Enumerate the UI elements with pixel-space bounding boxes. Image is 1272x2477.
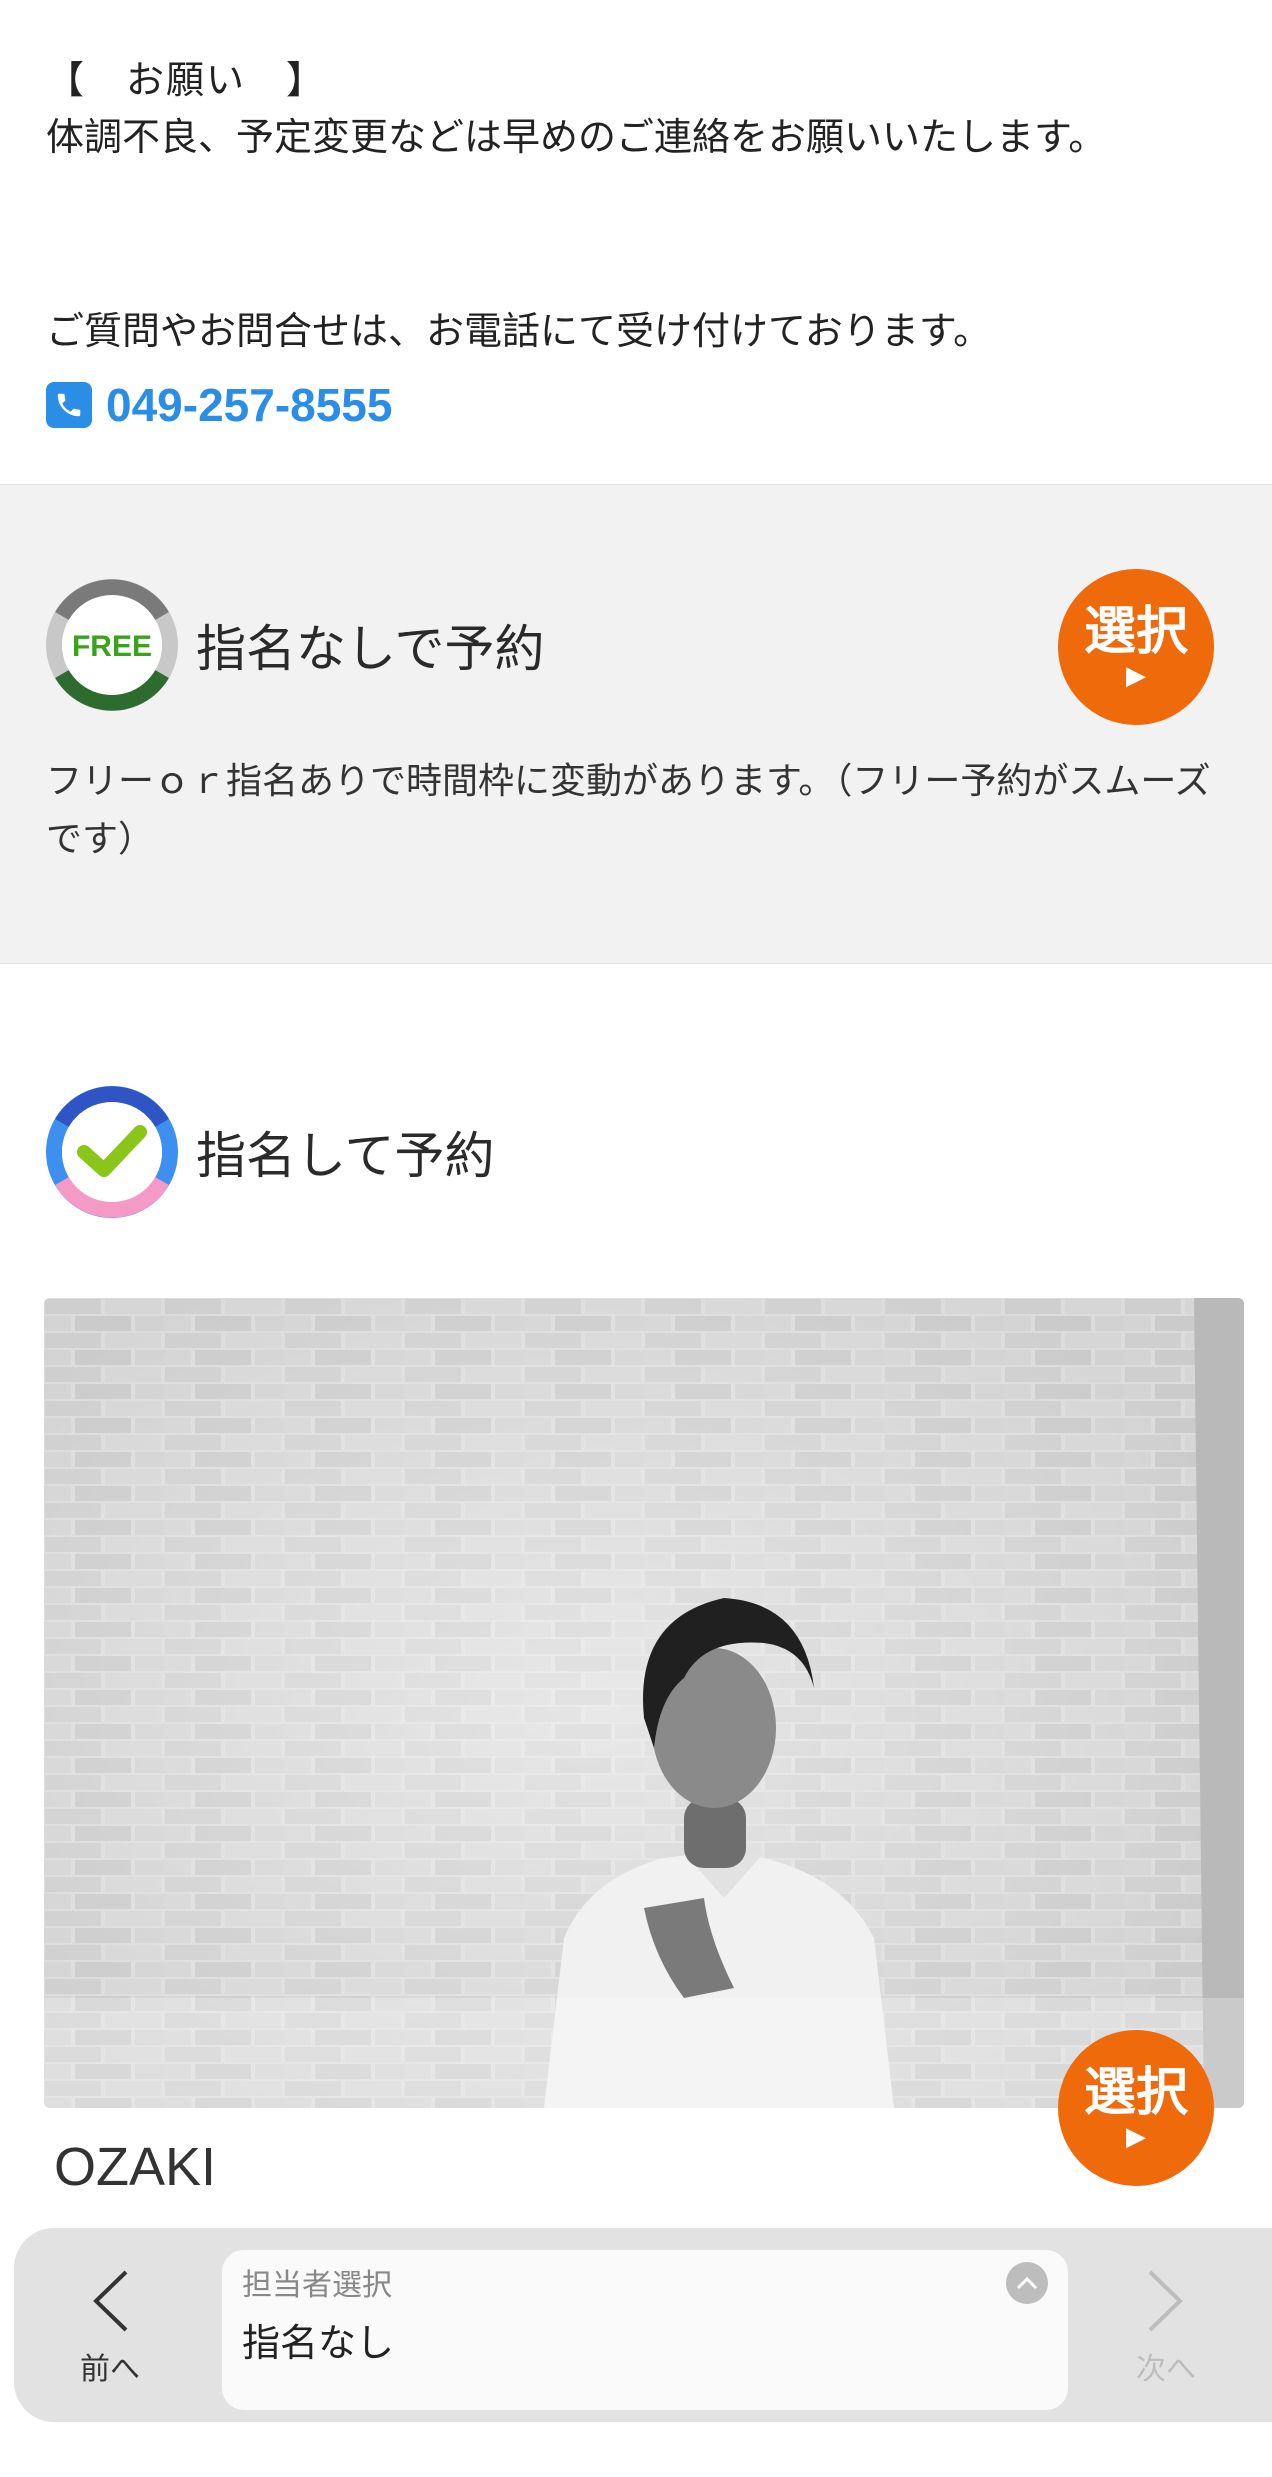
notice-title: 【 お願い 】 — [46, 58, 327, 102]
designated-reservation-title: 指名して予約 — [196, 1127, 495, 1185]
free-reservation-description: フリーｏｒ指名ありで時間枠に変動があります。（フリー予約がスムーズです） — [46, 761, 1211, 860]
free-badge-icon: FREE — [46, 579, 178, 711]
next-label: 次へ — [1136, 2352, 1196, 2387]
check-badge-icon — [46, 1086, 178, 1218]
staff-name: OZAKI — [54, 2137, 217, 2197]
phone-link[interactable]: 049-257-8555 — [46, 378, 392, 432]
staff-select-dropdown[interactable]: 担当者選択 指名なし — [222, 2250, 1068, 2410]
prev-button[interactable]: 前へ — [80, 2268, 140, 2388]
free-reservation-header: FREE 指名なしで予約 — [46, 579, 545, 711]
chevron-right-icon — [1148, 2270, 1183, 2332]
designated-reservation-header: 指名して予約 — [46, 1086, 495, 1218]
phone-icon — [46, 382, 92, 428]
play-arrow-icon: ▶ — [1126, 2122, 1146, 2153]
chevron-left-icon — [93, 2270, 128, 2332]
free-reservation-title: 指名なしで予約 — [196, 620, 545, 678]
prev-label: 前へ — [80, 2352, 140, 2387]
staff-select-button[interactable]: 選択 ▶ — [1058, 2030, 1214, 2186]
phone-number[interactable]: 049-257-8555 — [106, 378, 392, 432]
free-select-button[interactable]: 選択 ▶ — [1058, 569, 1214, 725]
contact-question-text: ご質問やお問合せは、お電話にて受け付けております。 — [46, 309, 992, 353]
chevron-up-icon[interactable] — [1006, 2262, 1048, 2304]
staff-select-caption: 担当者選択 — [242, 2268, 392, 2303]
staff-photo[interactable] — [44, 1298, 1244, 2108]
free-badge-text: FREE — [72, 630, 152, 663]
notice-block: 【 お願い 】 体調不良、予定変更などは早めのご連絡をお願いいたします。 — [46, 52, 1106, 166]
play-arrow-icon: ▶ — [1126, 661, 1146, 692]
staff-select-value: 指名なし — [242, 2321, 395, 2365]
free-reservation-section: FREE 指名なしで予約 選択 ▶ フリーｏｒ指名ありで時間枠に変動があります。… — [0, 484, 1272, 964]
next-button[interactable]: 次へ — [1136, 2268, 1196, 2388]
staff-select-label: 選択 — [1083, 2062, 1188, 2123]
notice-body: 体調不良、予定変更などは早めのご連絡をお願いいたします。 — [46, 115, 1107, 159]
free-select-label: 選択 — [1083, 601, 1188, 662]
